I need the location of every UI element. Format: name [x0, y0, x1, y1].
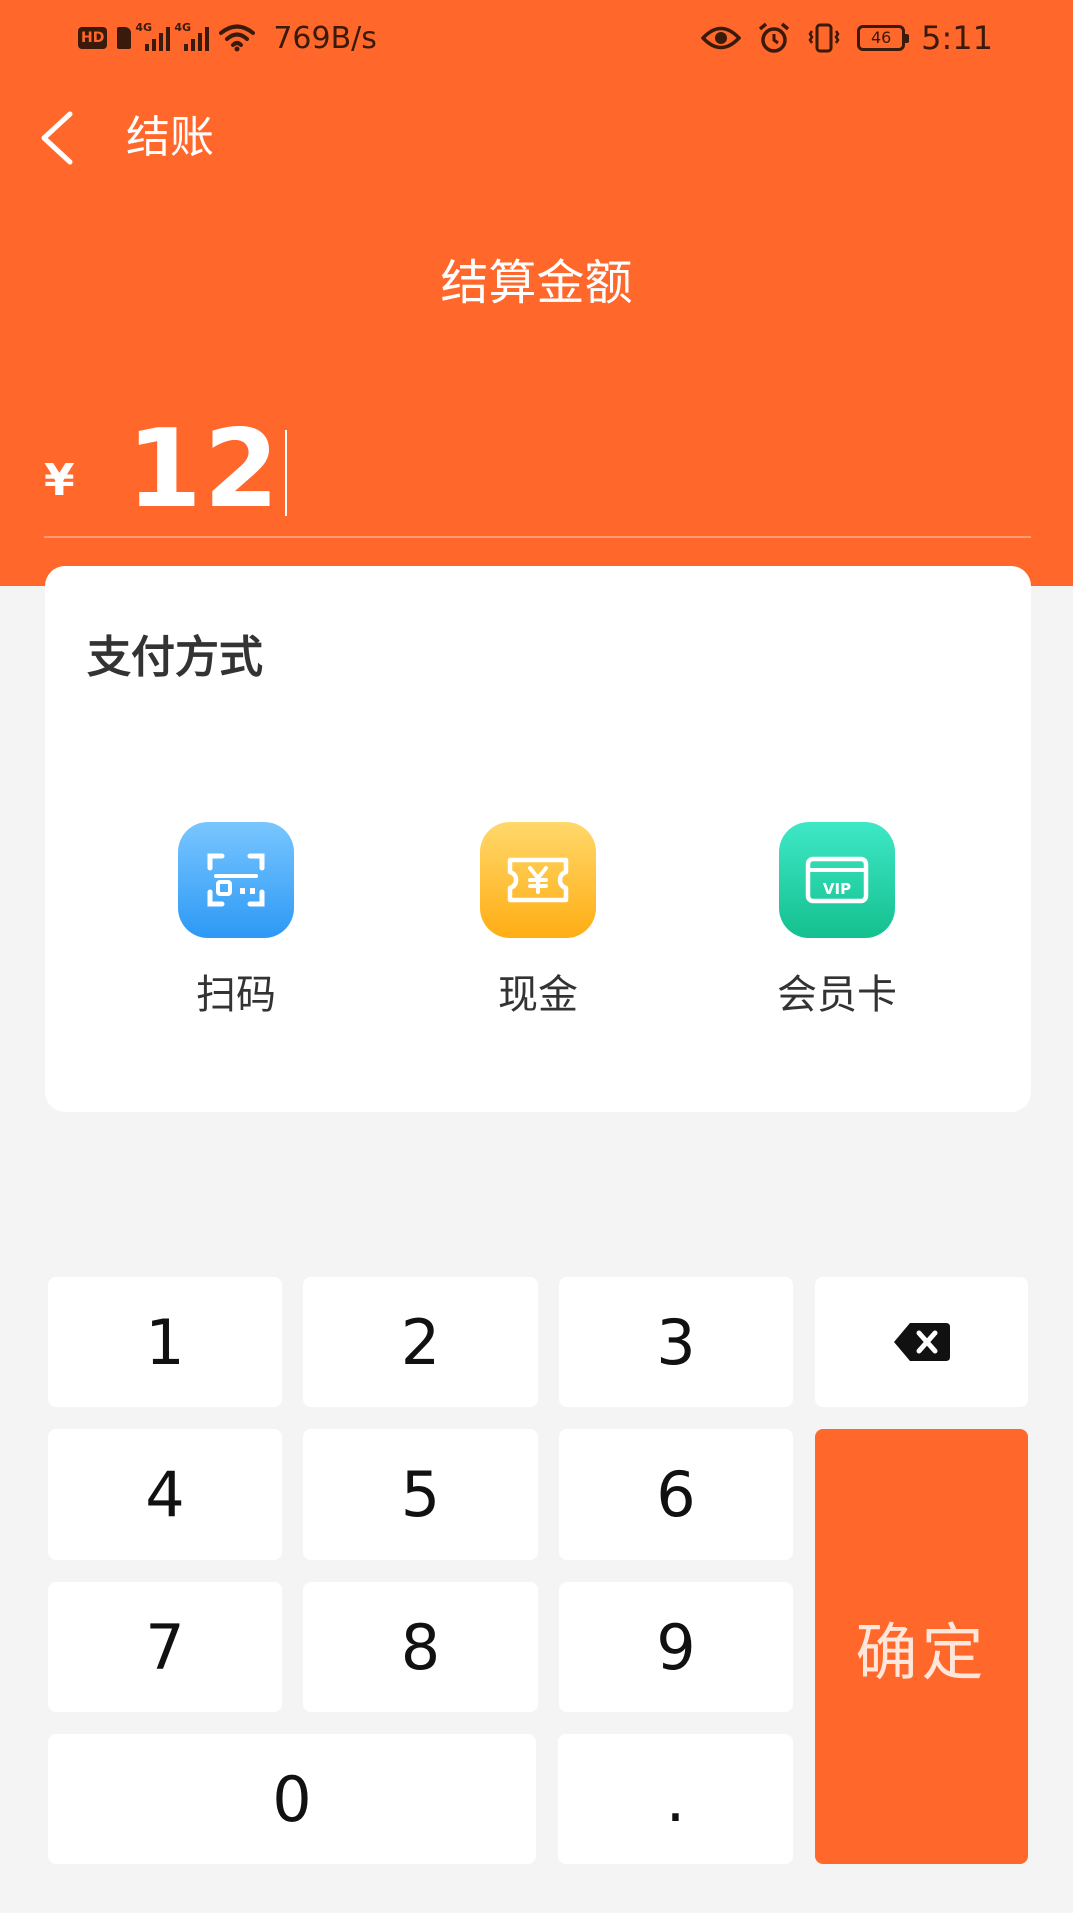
status-right: 46 5:11	[701, 16, 993, 60]
payment-method-card: 支付方式 扫码 现金 VIP 会员卡	[45, 566, 1031, 1112]
key-4[interactable]: 4	[48, 1429, 282, 1560]
vip-card-icon: VIP	[779, 822, 895, 938]
key-decimal-point[interactable]: .	[558, 1734, 793, 1864]
svg-text:VIP: VIP	[823, 880, 851, 898]
amount-underline	[44, 536, 1031, 538]
signal-strength-icon: 4G	[174, 21, 210, 51]
page-title: 结账	[126, 112, 214, 163]
clock-time: 5:11	[921, 19, 993, 57]
checkout-header: HD 4G 4G 769B/s 46 5:11 结账 结算金额 ¥ 12	[0, 0, 1073, 586]
payment-option-label: 会员卡	[777, 972, 897, 1018]
cash-ticket-icon	[480, 822, 596, 938]
battery-icon: 46	[857, 25, 910, 51]
payment-method-title: 支付方式	[87, 632, 263, 683]
amount-input[interactable]: ¥ 12	[44, 412, 287, 528]
qr-scan-icon	[178, 822, 294, 938]
payment-option-member-card[interactable]: VIP 会员卡	[737, 822, 937, 1022]
backspace-key[interactable]	[815, 1277, 1028, 1407]
key-2[interactable]: 2	[303, 1277, 538, 1407]
sim-card-icon	[117, 27, 132, 49]
alarm-icon	[759, 22, 790, 53]
vibrate-icon	[808, 23, 840, 53]
key-3[interactable]: 3	[559, 1277, 793, 1407]
back-arrow-icon[interactable]	[34, 106, 84, 170]
key-6[interactable]: 6	[559, 1429, 793, 1560]
payment-option-scan[interactable]: 扫码	[136, 822, 336, 1022]
amount-heading: 结算金额	[440, 255, 633, 311]
network-speed: 769B/s	[273, 20, 377, 56]
key-5[interactable]: 5	[303, 1429, 538, 1560]
amount-value: 12	[126, 407, 281, 532]
status-bar: HD 4G 4G 769B/s 46 5:11	[0, 0, 1073, 76]
payment-option-label: 扫码	[196, 972, 276, 1018]
key-7[interactable]: 7	[48, 1582, 282, 1712]
payment-option-label: 现金	[498, 972, 578, 1018]
key-0[interactable]: 0	[48, 1734, 536, 1864]
key-1[interactable]: 1	[48, 1277, 282, 1407]
key-8[interactable]: 8	[303, 1582, 538, 1712]
network-type-label: 4G	[174, 21, 192, 34]
eye-icon	[701, 26, 742, 50]
network-type-label: 4G	[135, 21, 153, 34]
confirm-button[interactable]: 确定	[815, 1429, 1028, 1864]
signal-strength-icon: 4G	[135, 21, 171, 51]
backspace-icon	[893, 1323, 950, 1361]
payment-option-cash[interactable]: 现金	[438, 822, 638, 1022]
currency-symbol: ¥	[44, 454, 75, 506]
status-left: HD 4G 4G 769B/s	[78, 18, 377, 58]
text-cursor	[284, 430, 287, 516]
wifi-icon	[219, 24, 256, 52]
key-9[interactable]: 9	[559, 1582, 793, 1712]
hd-indicator: HD	[78, 27, 108, 49]
